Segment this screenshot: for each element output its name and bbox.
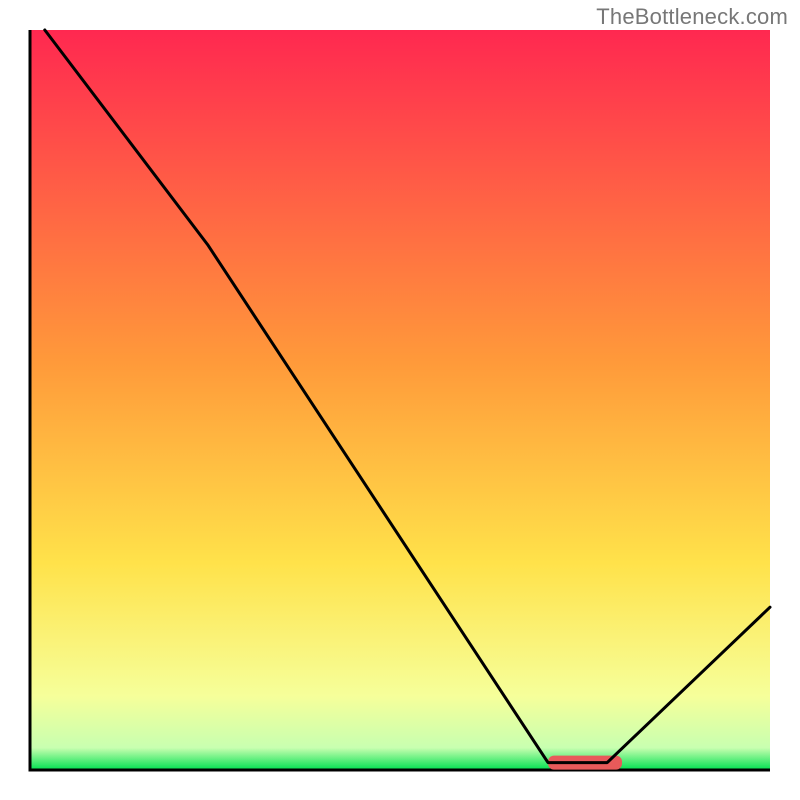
bottleneck-chart: [0, 0, 800, 800]
watermark-text: TheBottleneck.com: [596, 4, 788, 30]
plot-area: [30, 30, 770, 770]
